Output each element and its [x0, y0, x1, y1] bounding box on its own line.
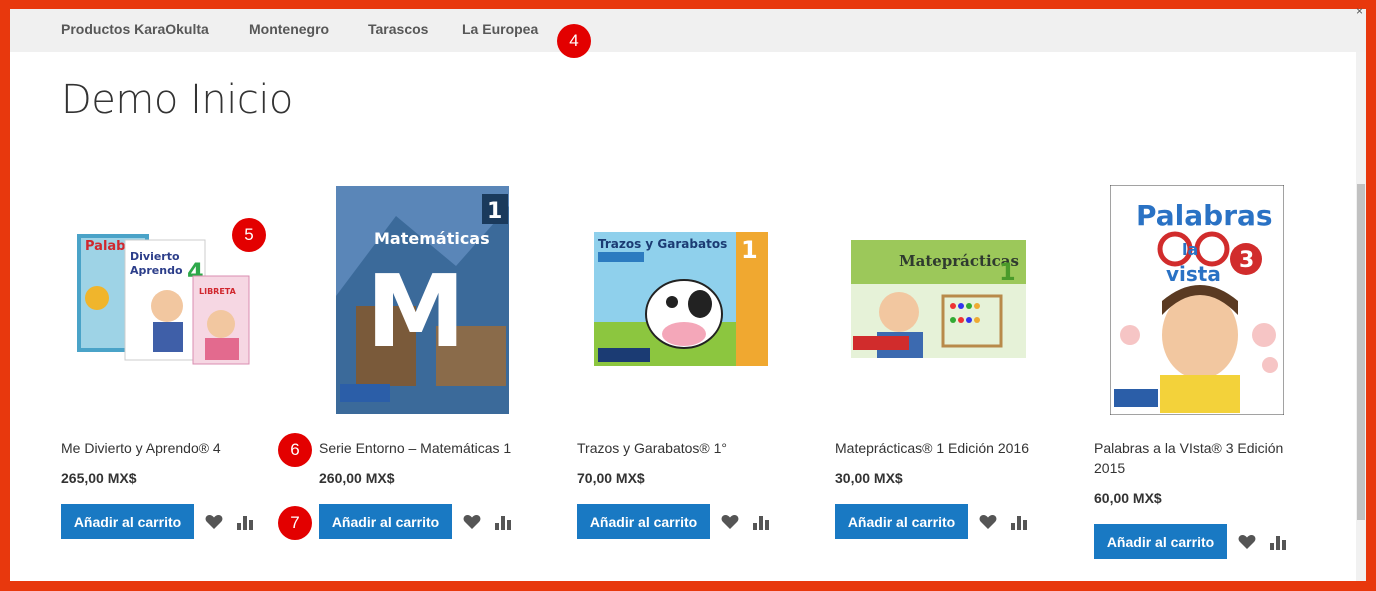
page-scrollbar[interactable] [1356, 52, 1366, 582]
annotation-badge-4: 4 [557, 24, 591, 58]
svg-text:Divierto: Divierto [130, 250, 180, 263]
product-name[interactable]: Palabras a la VIsta® 3 Edición 2015 [1094, 438, 1314, 478]
compare-icon[interactable] [1010, 514, 1028, 530]
svg-text:1: 1 [487, 199, 502, 224]
product-image-trazos[interactable]: Trazos y Garabatos 1 [594, 232, 768, 366]
svg-text:Palabras: Palabras [1136, 199, 1273, 232]
compare-icon[interactable] [494, 514, 512, 530]
add-to-cart-button[interactable]: Añadir al carrito [1094, 524, 1227, 559]
svg-text:la: la [1182, 240, 1198, 259]
add-to-cart-button[interactable]: Añadir al carrito [61, 504, 194, 539]
product-name[interactable]: Mateprácticas® 1 Edición 2016 [835, 438, 1055, 458]
nav-item-montenegro[interactable]: Montenegro [249, 21, 329, 37]
svg-text:1: 1 [999, 258, 1016, 286]
product-image-me-divierto[interactable]: Palabras Divierto Aprendo 4 LIBRETA [75, 228, 250, 366]
product-name[interactable]: Me Divierto y Aprendo® 4 [61, 438, 261, 458]
svg-text:vista: vista [1166, 262, 1221, 286]
product-image-palabras-vista[interactable]: Palabras la vista 3 [1110, 185, 1284, 415]
svg-text:Matemáticas: Matemáticas [374, 229, 490, 248]
annotation-badge-6: 6 [278, 433, 312, 467]
product-image-matepracticas[interactable]: Mateprácticas 1 [851, 240, 1026, 358]
product-name[interactable]: Trazos y Garabatos® 1° [577, 438, 777, 458]
product-price: 30,00 MX$ [835, 470, 903, 486]
product-price: 260,00 MX$ [319, 470, 395, 486]
svg-text:Aprendo: Aprendo [130, 264, 183, 277]
nav-item-productos-karaokulta[interactable]: Productos KaraOkulta [61, 21, 209, 37]
compare-icon[interactable] [236, 514, 254, 530]
svg-text:1: 1 [741, 236, 758, 264]
svg-text:LIBRETA: LIBRETA [199, 287, 237, 296]
top-navigation: Productos KaraOkulta Montenegro Tarascos… [10, 9, 1366, 52]
product-image-matematicas[interactable]: Matemáticas M 1 [336, 186, 509, 414]
svg-text:3: 3 [1239, 248, 1254, 273]
product-price: 70,00 MX$ [577, 470, 645, 486]
heart-icon[interactable] [205, 514, 223, 530]
nav-item-la-europea[interactable]: La Europea [462, 21, 538, 37]
product-name[interactable]: Serie Entorno – Matemáticas 1 [319, 438, 519, 458]
compare-icon[interactable] [752, 514, 770, 530]
annotation-badge-7: 7 [278, 506, 312, 540]
heart-icon[interactable] [1238, 534, 1256, 550]
svg-text:Trazos y Garabatos: Trazos y Garabatos [598, 237, 727, 251]
svg-text:M: M [366, 253, 466, 370]
add-to-cart-button[interactable]: Añadir al carrito [577, 504, 710, 539]
heart-icon[interactable] [979, 514, 997, 530]
heart-icon[interactable] [463, 514, 481, 530]
page-title: Demo Inicio [61, 77, 293, 123]
close-icon[interactable]: × [1356, 4, 1363, 18]
scrollbar-thumb[interactable] [1357, 184, 1365, 520]
add-to-cart-button[interactable]: Añadir al carrito [319, 504, 452, 539]
product-price: 60,00 MX$ [1094, 490, 1162, 506]
annotation-badge-5: 5 [232, 218, 266, 252]
add-to-cart-button[interactable]: Añadir al carrito [835, 504, 968, 539]
product-price: 265,00 MX$ [61, 470, 137, 486]
nav-item-tarascos[interactable]: Tarascos [368, 21, 428, 37]
compare-icon[interactable] [1269, 534, 1287, 550]
heart-icon[interactable] [721, 514, 739, 530]
